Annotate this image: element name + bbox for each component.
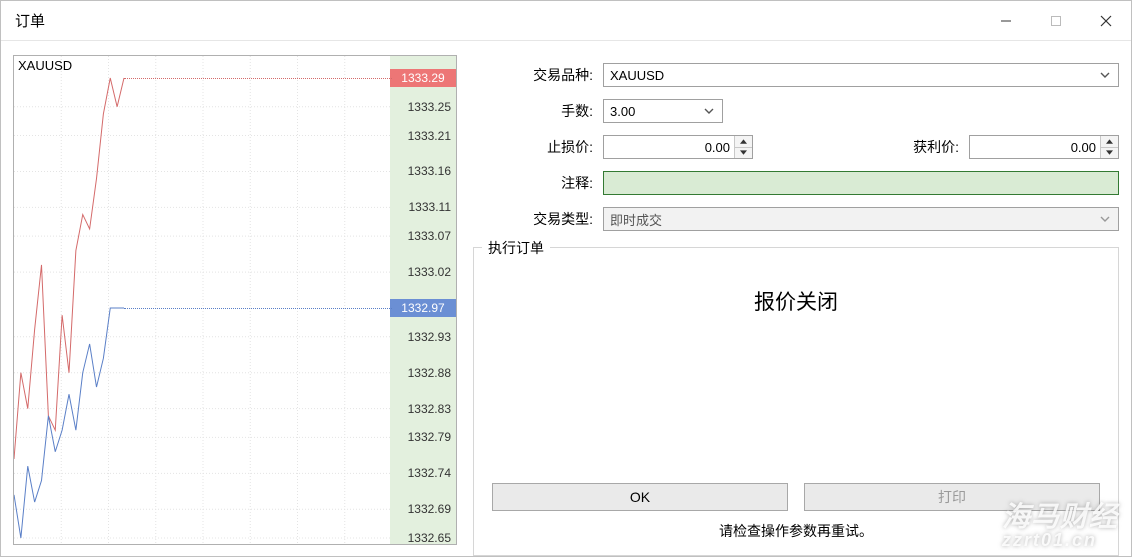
retry-message: 请检查操作参数再重试。: [492, 521, 1100, 541]
chevron-down-icon: [700, 102, 718, 120]
y-axis-label: 1332.83: [408, 402, 451, 416]
y-axis-label: 1332.79: [408, 430, 451, 444]
sl-input[interactable]: [603, 135, 753, 159]
order-window: 订单 XAUUSD: [0, 0, 1132, 557]
tp-field[interactable]: [970, 136, 1100, 158]
symbol-label: 交易品种:: [473, 65, 603, 85]
y-axis-label: 1333.25: [408, 100, 451, 114]
execute-order-group: 执行订单 报价关闭 OK 打印 请检查操作参数再重试。: [473, 247, 1119, 556]
window-controls: [981, 1, 1131, 40]
print-button[interactable]: 打印: [804, 483, 1100, 511]
content: XAUUSD 1333.29 1332.97 1333.251333.21133…: [1, 41, 1131, 556]
volume-value: 3.00: [610, 104, 635, 119]
sl-down[interactable]: [735, 148, 752, 159]
y-axis-label: 1332.74: [408, 466, 451, 480]
comment-label: 注释:: [473, 173, 603, 193]
chevron-down-icon: [1096, 66, 1114, 84]
volume-dropdown[interactable]: 3.00: [603, 99, 723, 123]
volume-label: 手数:: [473, 101, 603, 121]
chart-y-axis: 1333.29 1332.97 1333.25 1333.21 1333.16 133…: [390, 56, 456, 544]
sl-up[interactable]: [735, 136, 752, 148]
y-axis-label: 1333.16: [408, 164, 451, 178]
type-value: 即时成交: [610, 210, 662, 229]
tp-input[interactable]: [969, 135, 1119, 159]
symbol-value: XAUUSD: [610, 68, 664, 83]
order-form: 交易品种: XAUUSD 手数: 3.00 止损价:: [473, 55, 1119, 556]
type-label: 交易类型:: [473, 209, 603, 229]
type-dropdown[interactable]: 即时成交: [603, 207, 1119, 231]
close-button[interactable]: [1081, 1, 1131, 40]
chart-symbol-label: XAUUSD: [18, 58, 72, 73]
titlebar: 订单: [1, 1, 1131, 41]
maximize-button[interactable]: [1031, 1, 1081, 40]
y-axis-label: 1332.88: [408, 366, 451, 380]
window-title: 订单: [15, 10, 45, 31]
symbol-dropdown[interactable]: XAUUSD: [603, 63, 1119, 87]
y-axis-label: 1332.65: [408, 531, 451, 545]
execute-legend: 执行订单: [482, 238, 550, 258]
ask-price-tag: 1333.29: [390, 69, 456, 87]
y-axis-label: 1333.07: [408, 229, 451, 243]
y-axis-label: 1333.02: [408, 265, 451, 279]
ok-button[interactable]: OK: [492, 483, 788, 511]
tp-label: 获利价:: [793, 137, 969, 157]
comment-input[interactable]: [603, 171, 1119, 195]
minimize-button[interactable]: [981, 1, 1031, 40]
bid-price-line: [124, 308, 392, 309]
tp-down[interactable]: [1101, 148, 1118, 159]
ask-price-line: [124, 78, 392, 79]
y-axis-label: 1333.11: [409, 200, 452, 214]
y-axis-label: 1333.21: [408, 129, 451, 143]
tp-up[interactable]: [1101, 136, 1118, 148]
chart-plot-area: XAUUSD: [14, 56, 392, 544]
y-axis-label: 1332.69: [408, 502, 451, 516]
quote-closed-message: 报价关闭: [492, 286, 1100, 483]
chevron-down-icon: [1096, 210, 1114, 228]
sl-field[interactable]: [604, 136, 734, 158]
bid-price-tag: 1332.97: [390, 299, 456, 317]
y-axis-label: 1332.93: [408, 330, 451, 344]
sl-label: 止损价:: [473, 137, 603, 157]
tick-chart[interactable]: XAUUSD 1333.29 1332.97 1333.251333.21133…: [13, 55, 457, 545]
